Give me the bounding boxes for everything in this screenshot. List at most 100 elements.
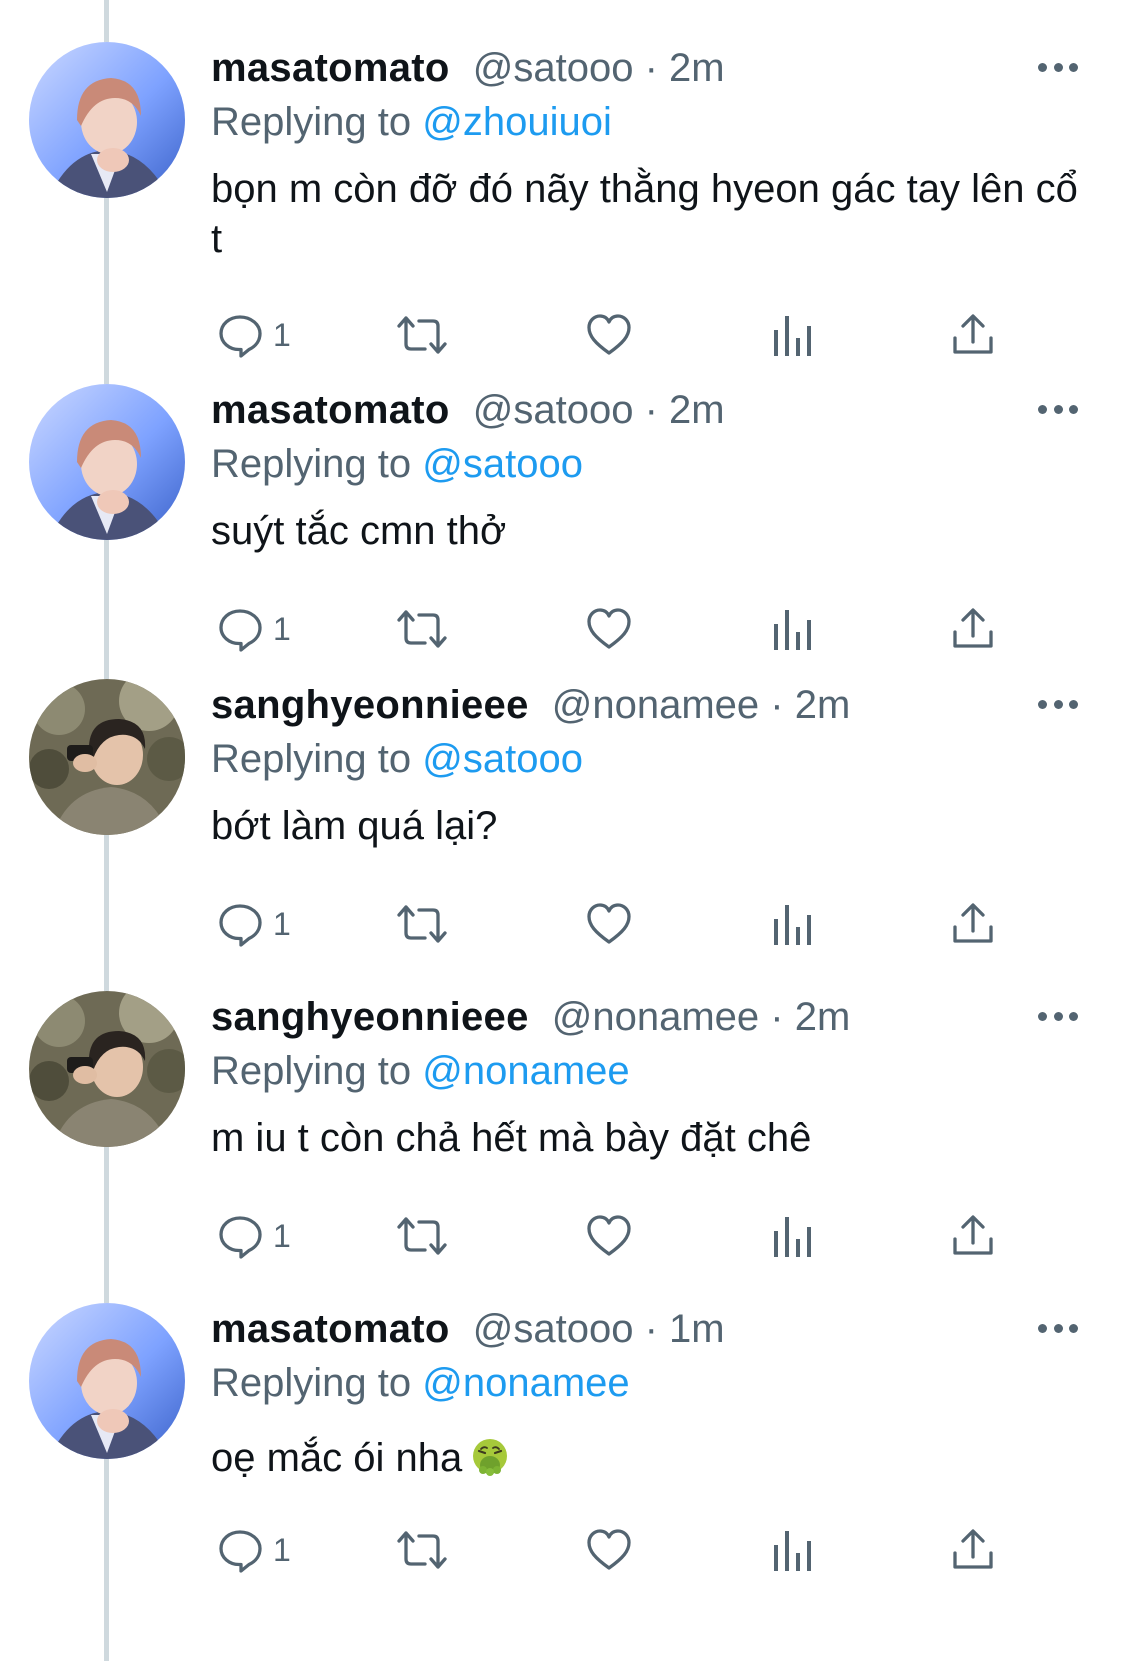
retweet-icon — [397, 905, 447, 943]
share-button[interactable] — [951, 601, 995, 657]
reply-target-link[interactable]: @satooo — [422, 737, 583, 781]
share-button[interactable] — [951, 896, 995, 952]
reply-count: 1 — [273, 610, 291, 647]
action-bar: 1 — [211, 1208, 1031, 1264]
like-button[interactable] — [585, 896, 633, 952]
timestamp[interactable]: 2m — [669, 46, 725, 90]
more-icon[interactable] — [1038, 1009, 1078, 1023]
analytics-button[interactable] — [771, 307, 813, 363]
handle[interactable]: @satooo — [473, 46, 634, 90]
timestamp[interactable]: 2m — [795, 995, 851, 1039]
replying-to: Replying to @nonamee — [211, 1047, 630, 1095]
display-name[interactable]: sanghyeonnieee — [211, 995, 529, 1039]
tweet-header: sanghyeonnieee @nonamee · 2m — [211, 681, 850, 729]
analytics-button[interactable] — [771, 1522, 813, 1578]
more-icon[interactable] — [1038, 402, 1078, 416]
vomiting-face-emoji — [473, 1439, 508, 1476]
timestamp[interactable]: 2m — [669, 388, 725, 432]
replying-to: Replying to @nonamee — [211, 1359, 630, 1407]
retweet-button[interactable] — [395, 1208, 449, 1264]
tweet-header: masatomato @satooo · 2m — [211, 386, 725, 434]
handle[interactable]: @satooo — [473, 1307, 634, 1351]
reply-icon — [219, 1530, 262, 1573]
reply-count: 1 — [273, 1217, 291, 1254]
separator-dot: · — [770, 995, 795, 1039]
retweet-button[interactable] — [395, 896, 449, 952]
analytics-button[interactable] — [771, 1208, 813, 1264]
like-icon — [587, 314, 631, 355]
separator-dot: · — [770, 683, 795, 727]
separator-dot: · — [644, 388, 670, 432]
avatar[interactable] — [29, 679, 185, 835]
separator-dot: · — [644, 46, 670, 90]
like-button[interactable] — [585, 601, 633, 657]
tweet-header: sanghyeonnieee @nonamee · 2m — [211, 993, 850, 1041]
analytics-icon — [774, 1531, 811, 1571]
reply-button[interactable]: 1 — [217, 601, 291, 657]
tweet-text: suýt tắc cmn thở — [211, 509, 507, 553]
tweet-text-content: oẹ mắc ói nha — [211, 1436, 463, 1480]
display-name[interactable]: sanghyeonnieee — [211, 683, 529, 727]
reply-button[interactable]: 1 — [217, 1522, 291, 1578]
handle[interactable]: @nonamee — [552, 995, 759, 1039]
action-bar: 1 — [211, 896, 1031, 952]
share-button[interactable] — [951, 1522, 995, 1578]
reply-button[interactable]: 1 — [217, 1208, 291, 1264]
display-name[interactable]: masatomato — [211, 388, 450, 432]
tweet-text: m iu t còn chả hết mà bày đặt chê — [211, 1116, 812, 1160]
like-button[interactable] — [585, 1522, 633, 1578]
share-button[interactable] — [951, 307, 995, 363]
reply-target-link[interactable]: @nonamee — [422, 1361, 629, 1405]
reply-icon — [219, 904, 262, 947]
avatar[interactable] — [29, 991, 185, 1147]
retweet-icon — [397, 1531, 447, 1569]
tweet-header: masatomato @satooo · 2m — [211, 44, 725, 92]
tweet-text: bọn m còn đỡ đó nãy thằng hyeon gác tay … — [211, 167, 1078, 261]
retweet-button[interactable] — [395, 1522, 449, 1578]
share-icon — [953, 1215, 993, 1255]
reply-target-link[interactable]: @zhouiuoi — [422, 100, 612, 144]
like-button[interactable] — [585, 307, 633, 363]
reply-icon — [219, 1216, 262, 1259]
replying-label: Replying to — [211, 100, 412, 144]
reply-button[interactable]: 1 — [217, 307, 291, 363]
analytics-icon — [774, 905, 811, 945]
action-bar: 1 — [211, 1522, 1031, 1578]
handle[interactable]: @nonamee — [552, 683, 759, 727]
display-name[interactable]: masatomato — [211, 1307, 450, 1351]
analytics-icon — [774, 316, 811, 356]
more-icon[interactable] — [1038, 697, 1078, 711]
avatar[interactable] — [29, 1303, 185, 1459]
like-icon — [587, 1215, 631, 1256]
handle[interactable]: @satooo — [473, 388, 634, 432]
reply-count: 1 — [273, 905, 291, 942]
reply-count: 1 — [273, 316, 291, 353]
tweet-text: bớt làm quá lại? — [211, 804, 498, 848]
action-bar: 1 — [211, 307, 1031, 363]
analytics-button[interactable] — [771, 896, 813, 952]
tweet-text: oẹ mắc ói nha — [211, 1433, 1091, 1483]
timestamp[interactable]: 1m — [669, 1307, 725, 1351]
reply-count: 1 — [273, 1531, 291, 1568]
action-bar: 1 — [211, 601, 1031, 657]
reply-target-link[interactable]: @nonamee — [422, 1049, 629, 1093]
like-button[interactable] — [585, 1208, 633, 1264]
display-name[interactable]: masatomato — [211, 46, 450, 90]
retweet-button[interactable] — [395, 601, 449, 657]
more-icon[interactable] — [1038, 1321, 1078, 1335]
analytics-button[interactable] — [771, 601, 813, 657]
separator-dot: · — [644, 1307, 670, 1351]
replying-to: Replying to @satooo — [211, 440, 583, 488]
retweet-icon — [397, 316, 447, 354]
retweet-button[interactable] — [395, 307, 449, 363]
avatar[interactable] — [29, 42, 185, 198]
reply-target-link[interactable]: @satooo — [422, 442, 583, 486]
tweet-header: masatomato @satooo · 1m — [211, 1305, 725, 1353]
reply-icon — [219, 609, 262, 652]
retweet-icon — [397, 610, 447, 648]
share-button[interactable] — [951, 1208, 995, 1264]
avatar[interactable] — [29, 384, 185, 540]
more-icon[interactable] — [1038, 60, 1078, 74]
timestamp[interactable]: 2m — [795, 683, 851, 727]
reply-button[interactable]: 1 — [217, 896, 291, 952]
